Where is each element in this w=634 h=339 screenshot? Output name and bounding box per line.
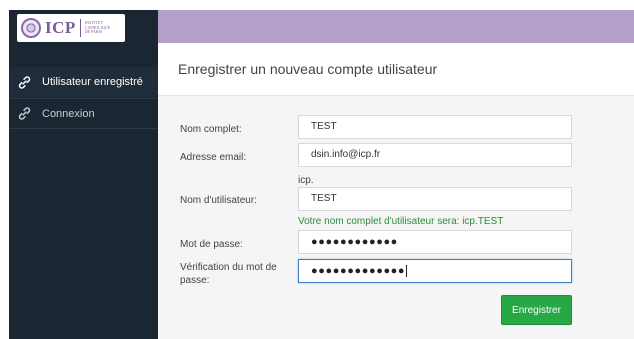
- sidebar: ICP Institut Catholique de Paris Utilisa…: [9, 10, 158, 339]
- password-label: Mot de passe:: [180, 239, 243, 250]
- logo-subtitle: Institut Catholique de Paris: [84, 20, 110, 35]
- link-icon: [12, 74, 36, 90]
- email-label: Adresse email:: [180, 152, 247, 163]
- logo-text: ICP: [45, 18, 76, 37]
- full-name-input[interactable]: TEST: [298, 115, 572, 139]
- top-header-bar: [158, 10, 634, 43]
- register-button[interactable]: Enregistrer: [501, 295, 572, 325]
- password-mask: ●●●●●●●●●●●●: [311, 236, 398, 248]
- password-input[interactable]: ●●●●●●●●●●●●: [298, 230, 572, 254]
- username-label: Nom d'utilisateur:: [180, 195, 257, 206]
- username-input[interactable]: TEST: [298, 187, 572, 211]
- sidebar-item-label: Utilisateur enregistré: [42, 76, 143, 88]
- username-prefix: icp.: [298, 175, 314, 186]
- sidebar-item-registered-user[interactable]: Utilisateur enregistré: [9, 67, 158, 97]
- text-cursor: [406, 265, 408, 278]
- logo-subtitle-line: de Paris: [84, 29, 103, 35]
- seal-icon: [21, 18, 41, 38]
- username-hint: Votre nom complet d'utilisateur sera: ic…: [298, 216, 504, 227]
- confirm-password-input[interactable]: ●●●●●●●●●●●●●: [298, 259, 572, 283]
- full-name-label: Nom complet:: [180, 124, 242, 135]
- confirm-password-label: Vérification du mot de passe:: [180, 262, 277, 286]
- registration-form: Nom complet: TEST Adresse email: dsin.in…: [158, 96, 634, 339]
- icp-logo[interactable]: ICP Institut Catholique de Paris: [17, 14, 125, 42]
- logo-divider: [79, 19, 81, 37]
- link-icon: [12, 106, 36, 122]
- sidebar-item-login[interactable]: Connexion: [9, 98, 158, 129]
- email-input[interactable]: dsin.info@icp.fr: [298, 143, 572, 167]
- confirm-password-mask: ●●●●●●●●●●●●●: [311, 265, 406, 277]
- page-title: Enregistrer un nouveau compte utilisateu…: [178, 61, 438, 77]
- sidebar-item-label: Connexion: [42, 107, 95, 120]
- title-panel: Enregistrer un nouveau compte utilisateu…: [158, 43, 634, 96]
